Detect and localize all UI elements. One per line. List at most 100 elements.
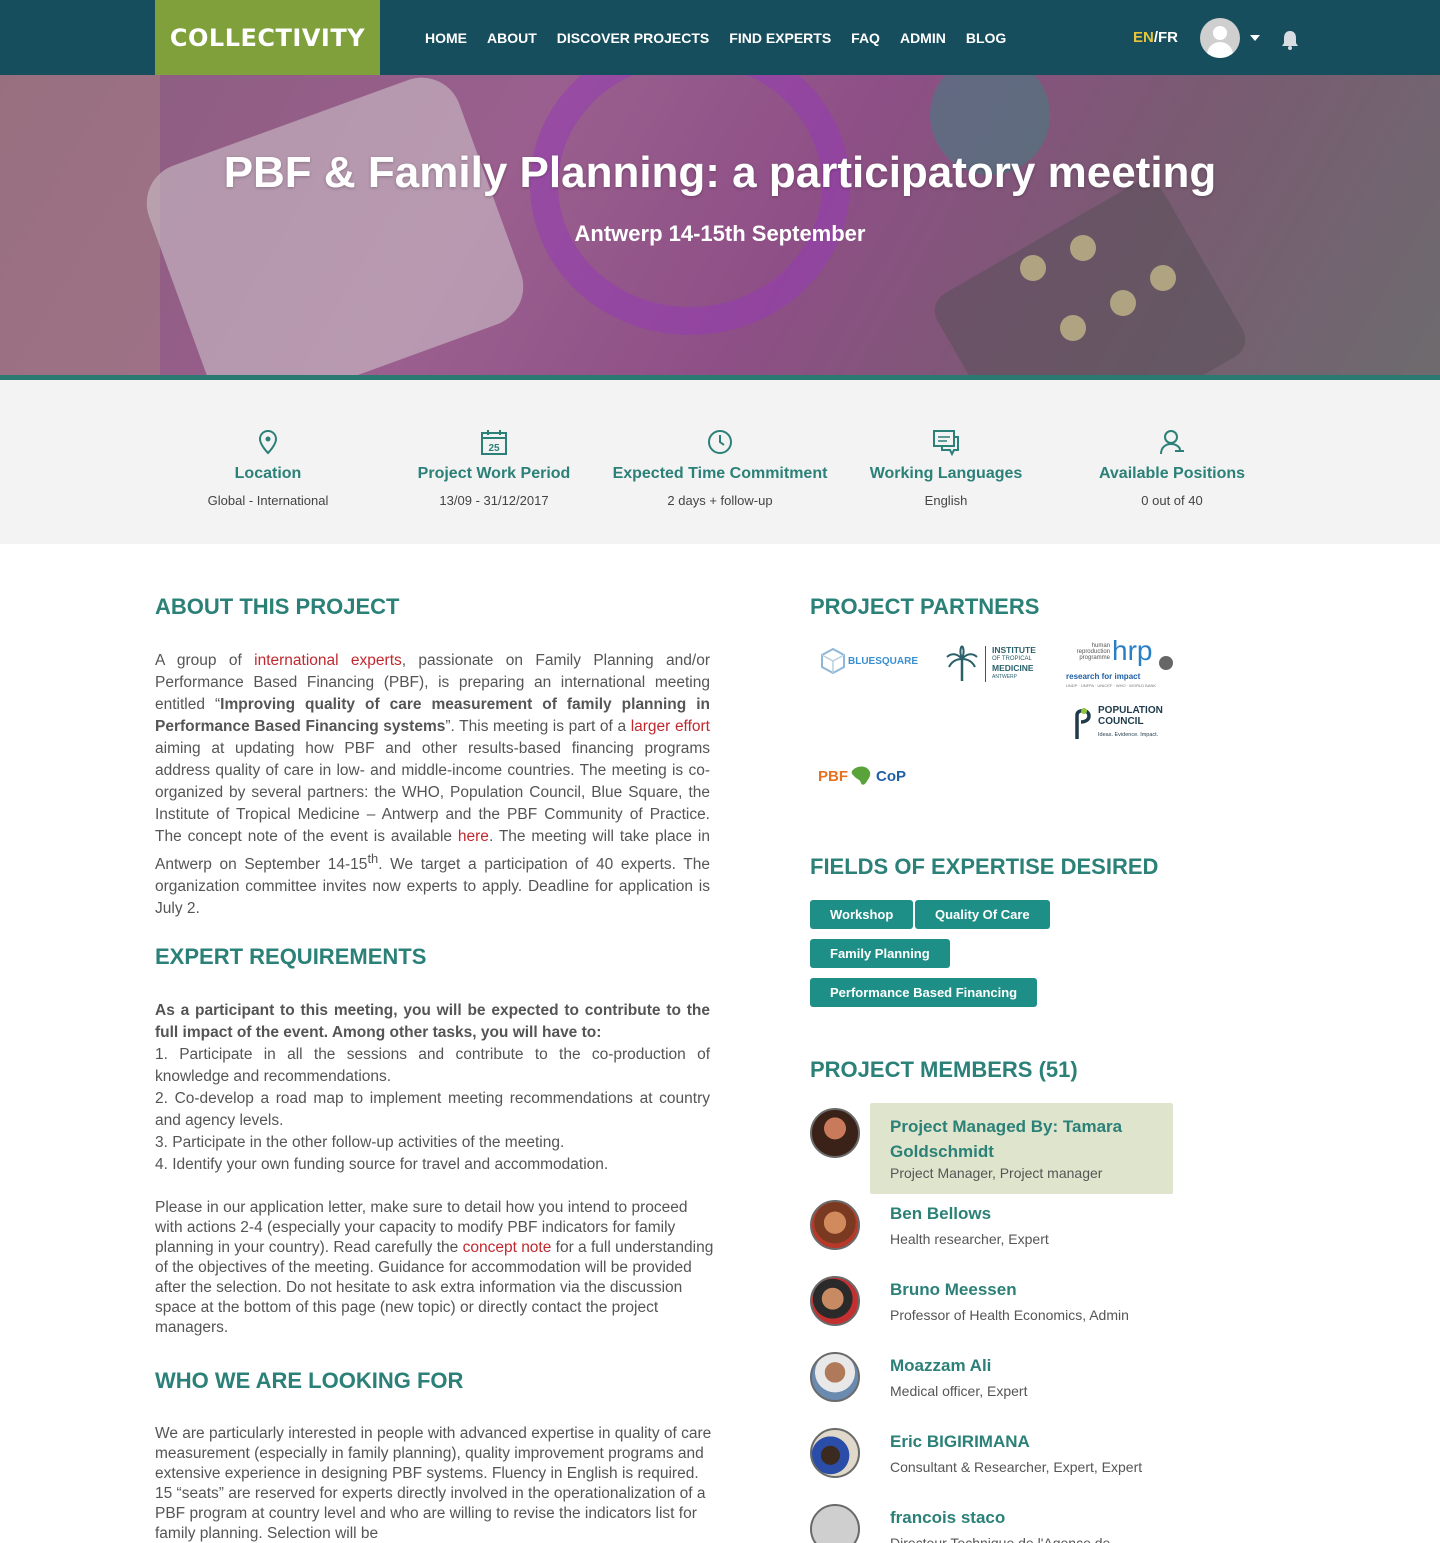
africa-map-icon — [851, 766, 871, 785]
user-avatar[interactable] — [1200, 18, 1240, 58]
notification-bell-icon[interactable] — [1281, 30, 1299, 50]
larger-effort-link[interactable]: larger effort — [631, 718, 710, 735]
nav-discover-projects[interactable]: DISCOVER PROJECTS — [557, 30, 709, 46]
info-work-period: 25 Project Work Period 13/09 - 31/12/201… — [381, 428, 607, 508]
project-subtitle: Antwerp 14-15th September — [574, 221, 866, 246]
member-item[interactable]: Eric BIGIRIMANA Consultant & Researcher,… — [810, 1428, 1173, 1480]
avatar[interactable] — [810, 1276, 860, 1326]
manager-name[interactable]: Project Managed By: Tamara Goldschmidt — [890, 1114, 1160, 1164]
lang-en[interactable]: EN — [1133, 29, 1154, 46]
user-menu-caret-icon[interactable] — [1250, 35, 1260, 41]
info-label: Working Languages — [869, 465, 1023, 482]
avatar-head-shape — [1213, 26, 1227, 40]
text-run: ”. This meeting is part of a — [445, 718, 631, 735]
international-experts-link[interactable]: international experts — [254, 652, 402, 669]
superscript: th — [367, 851, 379, 866]
member-item[interactable]: Moazzam Ali Medical officer, Expert — [810, 1352, 1173, 1404]
hrp-dot-shape — [1159, 656, 1173, 670]
avatar[interactable] — [810, 1428, 860, 1478]
info-label: Project Work Period — [417, 465, 571, 482]
member-name[interactable]: Moazzam Ali — [890, 1356, 991, 1376]
population-council-mark-icon — [1075, 708, 1091, 739]
nav-blog[interactable]: BLOG — [966, 30, 1006, 46]
tag-workshop[interactable]: Workshop — [810, 900, 914, 929]
user-icon — [1160, 430, 1184, 455]
partners-heading: PROJECT PARTNERS — [810, 594, 1040, 619]
member-role: Health researcher, Expert — [890, 1231, 1049, 1247]
cop-wordmark: CoP — [876, 767, 906, 785]
partner-hrp-logo[interactable]: human reproduction programme hrp researc… — [1064, 635, 1176, 691]
member-name[interactable]: Eric BIGIRIMANA — [890, 1432, 1030, 1452]
avatar[interactable] — [810, 1504, 860, 1543]
avatar[interactable] — [810, 1352, 860, 1402]
members-heading: PROJECT MEMBERS (51) — [810, 1057, 1078, 1082]
requirement-item: 4. Identify your own funding source for … — [155, 1156, 609, 1173]
member-name[interactable]: Ben Bellows — [890, 1204, 991, 1224]
member-item[interactable]: Bruno Meessen Professor of Health Econom… — [810, 1276, 1173, 1328]
nav-faq[interactable]: FAQ — [851, 30, 880, 46]
main-menu: HOME ABOUT DISCOVER PROJECTS FIND EXPERT… — [425, 0, 1026, 75]
info-positions: Available Positions 0 out of 40 — [1059, 428, 1285, 508]
cube-icon — [821, 647, 845, 675]
project-title: PBF & Family Planning: a participatory m… — [223, 148, 1217, 197]
member-name[interactable]: francois staco — [890, 1508, 1005, 1528]
bluesquare-wordmark: BLUESQUARE — [848, 655, 919, 667]
avatar[interactable] — [810, 1200, 860, 1250]
chat-icon — [933, 430, 959, 457]
tag-performance-based-financing[interactable]: Performance Based Financing — [810, 978, 1038, 1007]
project-manager-card[interactable]: Project Managed By: Tamara Goldschmidt P… — [870, 1103, 1173, 1194]
about-text: A group of international experts, passio… — [155, 650, 710, 920]
info-languages: Working Languages English — [833, 428, 1059, 508]
member-item[interactable]: francois staco Directeur Technique de l'… — [810, 1504, 1173, 1543]
info-value: 13/09 - 31/12/2017 — [439, 493, 549, 508]
hrp-small-text: human reproduction programme — [1064, 643, 1110, 661]
requirements-intro: As a participant to this meeting, you wi… — [155, 1002, 710, 1041]
requirements-list: As a participant to this meeting, you wi… — [155, 1000, 710, 1176]
pc-line: COUNCIL — [1098, 716, 1144, 727]
requirements-note: Please in our application letter, make s… — [155, 1198, 715, 1338]
avatar[interactable] — [810, 1108, 860, 1158]
concept-note-link[interactable]: concept note — [463, 1239, 552, 1256]
tag-quality-of-care[interactable]: Quality Of Care — [915, 900, 1050, 929]
itm-line: MEDICINE — [992, 663, 1034, 673]
site-logo[interactable]: COLLECTIVITY — [155, 0, 380, 75]
hrp-orgs: UNDP · UNFPA · UNICEF · WHO · WORLD BANK — [1066, 683, 1157, 688]
looking-for-text: We are particularly interested in people… — [155, 1425, 712, 1542]
looking-for-heading: WHO WE ARE LOOKING FOR — [155, 1368, 464, 1393]
fields-heading: FIELDS OF EXPERTISE DESIRED — [810, 854, 1159, 879]
about-heading: ABOUT THIS PROJECT — [155, 594, 400, 619]
member-role: Professor of Health Economics, Admin — [890, 1307, 1129, 1323]
requirements-heading: EXPERT REQUIREMENTS — [155, 944, 427, 969]
info-value: 0 out of 40 — [1141, 493, 1203, 508]
nav-home[interactable]: HOME — [425, 30, 467, 46]
hero-pill-shape — [1150, 265, 1176, 291]
hero-bg-shape — [530, 75, 850, 335]
info-time-commitment: Expected Time Commitment 2 days + follow… — [607, 428, 833, 508]
member-role: Consultant & Researcher, Expert, Expert — [890, 1459, 1143, 1475]
calendar-day-text: 25 — [488, 443, 500, 454]
nav-about[interactable]: ABOUT — [487, 30, 537, 46]
calendar-icon: 25 — [481, 430, 507, 455]
text-run: A group of — [155, 652, 255, 669]
nav-admin[interactable]: ADMIN — [900, 30, 946, 46]
manager-role: Project Manager, Project manager — [890, 1165, 1103, 1181]
itm-line: INSTITUTE — [992, 645, 1036, 655]
tag-family-planning[interactable]: Family Planning — [810, 939, 950, 968]
requirement-item: 3. Participate in the other follow-up ac… — [155, 1134, 565, 1151]
project-info-bar: Location Global - International 25 Proje… — [0, 380, 1440, 544]
lang-fr[interactable]: FR — [1158, 29, 1178, 46]
requirement-item: 2. Co-develop a road map to implement me… — [155, 1090, 710, 1129]
partner-pbf-cop-logo[interactable]: PBF CoP — [818, 765, 906, 787]
language-switcher: EN/FR — [1133, 29, 1178, 46]
hero-pill-shape — [1110, 290, 1136, 316]
partner-bluesquare-logo[interactable]: BLUESQUARE — [820, 647, 918, 675]
partner-population-council-logo[interactable]: POPULATION COUNCIL Ideas. Evidence. Impa… — [1073, 705, 1163, 741]
nav-find-experts[interactable]: FIND EXPERTS — [729, 30, 831, 46]
partner-itm-logo[interactable]: INSTITUTE OF TROPICAL MEDICINE ANTWERP — [945, 645, 1036, 683]
pc-line: POPULATION — [1098, 705, 1163, 716]
member-name[interactable]: Bruno Meessen — [890, 1280, 1017, 1300]
member-item[interactable]: Ben Bellows Health researcher, Expert — [810, 1200, 1173, 1252]
info-label: Available Positions — [1098, 465, 1246, 482]
concept-note-here-link[interactable]: here — [458, 828, 489, 845]
clock-icon — [708, 430, 732, 454]
